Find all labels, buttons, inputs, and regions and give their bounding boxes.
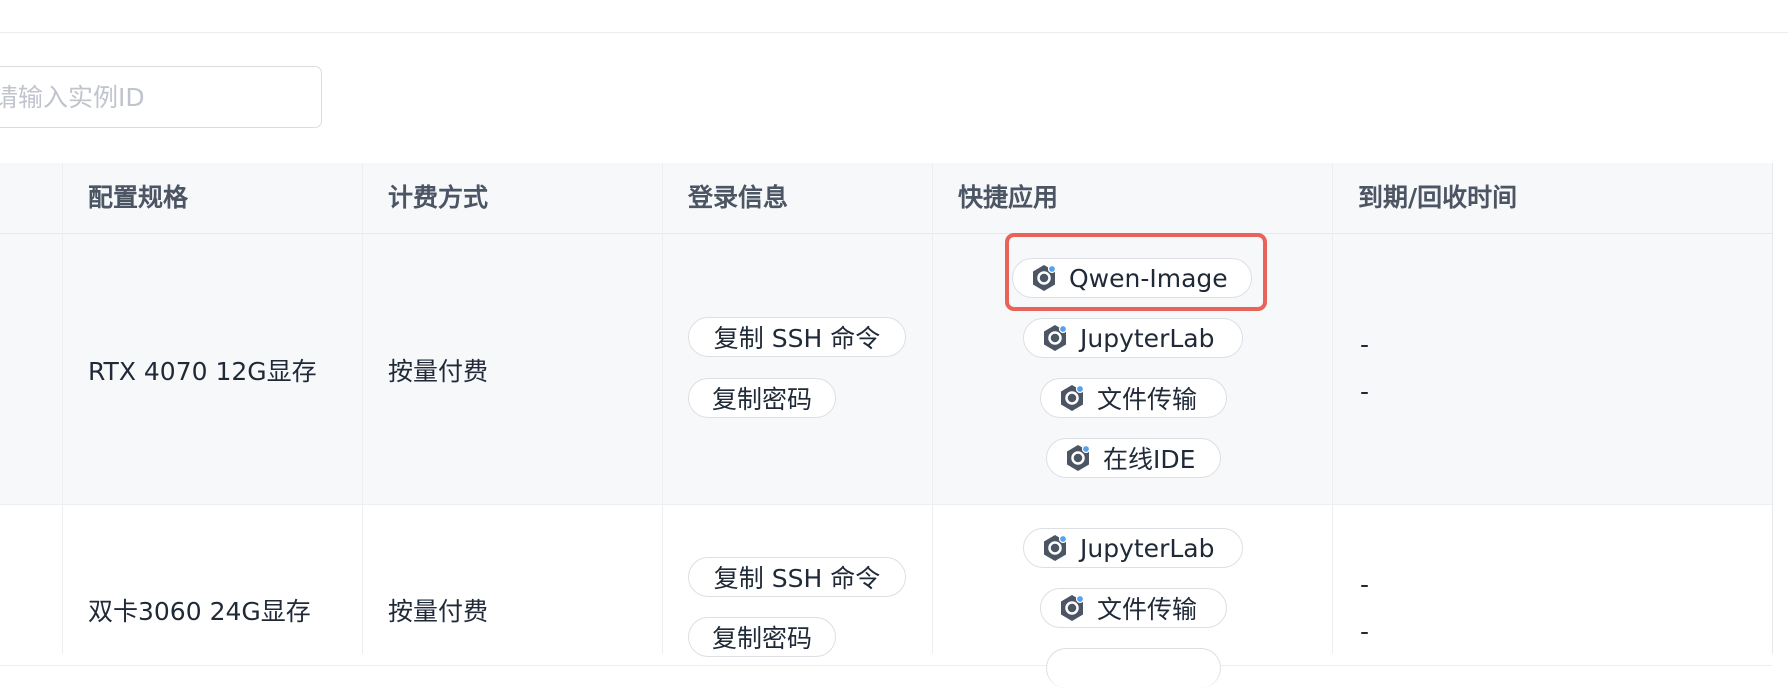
column-divider xyxy=(932,163,933,654)
col-header-login: 登录信息 xyxy=(688,183,789,212)
billing-cell: 按量付费 xyxy=(388,357,489,386)
app-label: JupyterLab xyxy=(1080,323,1215,353)
app-hexagon-icon xyxy=(1040,323,1070,353)
app-file-transfer-button[interactable]: 文件传输 xyxy=(1040,378,1227,418)
copy-password-button[interactable]: 复制密码 xyxy=(688,617,836,657)
highlight-box xyxy=(1005,233,1267,311)
col-header-expire: 到期/回收时间 xyxy=(1358,183,1518,212)
app-file-transfer-button[interactable]: 文件传输 xyxy=(1040,588,1227,628)
col-header-apps: 快捷应用 xyxy=(958,183,1059,212)
expire-time: - xyxy=(1360,330,1370,359)
app-online-ide-button[interactable]: 在线IDE xyxy=(1046,438,1221,478)
spec-cell: 双卡3060 24G显存 xyxy=(88,597,311,626)
copy-ssh-button[interactable]: 复制 SSH 命令 xyxy=(688,317,906,357)
app-hexagon-icon xyxy=(1040,533,1070,563)
column-divider xyxy=(362,163,363,654)
instance-id-search[interactable] xyxy=(0,66,322,128)
app-hexagon-icon xyxy=(1063,443,1093,473)
column-divider xyxy=(1332,163,1333,654)
app-label: 文件传输 xyxy=(1097,385,1198,414)
column-divider xyxy=(662,163,663,654)
app-jupyterlab-button[interactable]: JupyterLab xyxy=(1023,528,1243,568)
app-jupyterlab-button[interactable]: JupyterLab xyxy=(1023,318,1243,358)
expire-time: - xyxy=(1360,570,1370,599)
col-header-billing: 计费方式 xyxy=(388,183,489,212)
recycle-time: - xyxy=(1360,377,1370,406)
table-right-edge xyxy=(1772,163,1788,654)
app-label: JupyterLab xyxy=(1080,533,1215,563)
recycle-time: - xyxy=(1360,617,1370,646)
app-button-partial[interactable] xyxy=(1046,648,1221,688)
app-hexagon-icon xyxy=(1057,383,1087,413)
billing-cell: 按量付费 xyxy=(388,597,489,626)
column-divider xyxy=(62,163,63,654)
copy-password-button[interactable]: 复制密码 xyxy=(688,378,836,418)
col-header-spec: 配置规格 xyxy=(88,183,189,212)
app-label: 在线IDE xyxy=(1103,445,1196,474)
copy-ssh-button[interactable]: 复制 SSH 命令 xyxy=(688,557,906,597)
app-hexagon-icon xyxy=(1057,593,1087,623)
instance-id-input[interactable] xyxy=(0,67,315,127)
app-label: 文件传输 xyxy=(1097,595,1198,624)
table-header: 配置规格 计费方式 登录信息 快捷应用 到期/回收时间 xyxy=(0,163,1772,234)
top-divider xyxy=(0,32,1788,33)
spec-cell: RTX 4070 12G显存 xyxy=(88,357,317,386)
